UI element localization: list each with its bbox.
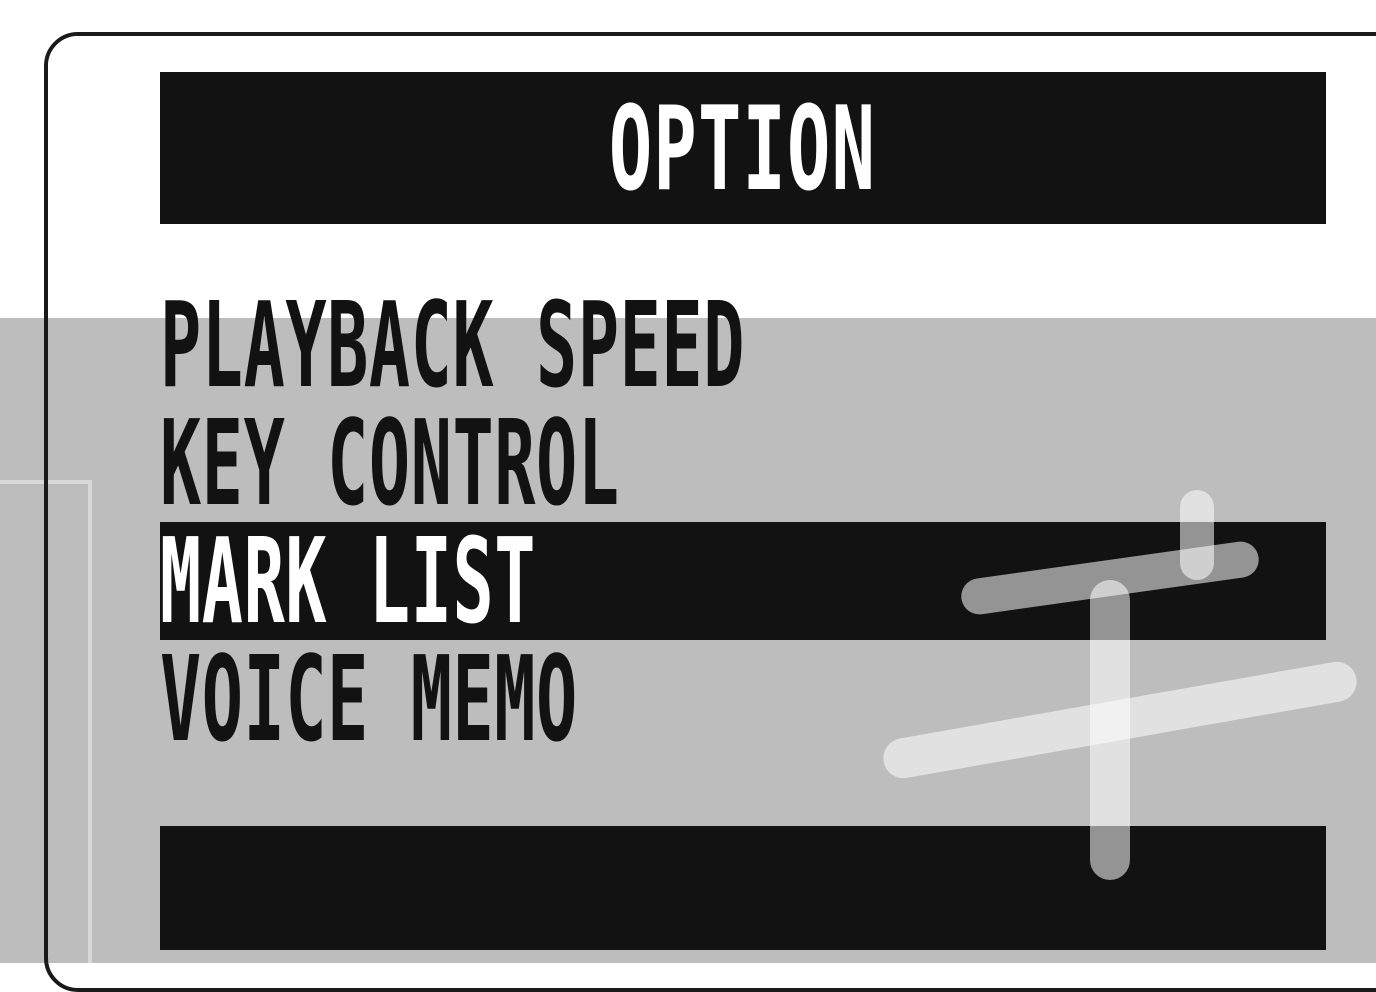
- menu-item-label: PLAYBACK SPEED: [160, 276, 745, 414]
- option-menu: PLAYBACK SPEED KEY CONTROL MARK LIST VOI…: [160, 286, 1326, 758]
- menu-item-label: KEY CONTROL: [160, 394, 620, 532]
- bottom-bar: [160, 826, 1326, 950]
- title-bar: OPTION: [160, 72, 1326, 224]
- screen-title: OPTION: [609, 82, 877, 217]
- menu-item-label: VOICE MEMO: [160, 630, 578, 768]
- lcd-screen: OPTION PLAYBACK SPEED KEY CONTROL MARK L…: [44, 32, 1376, 992]
- watermark-stroke: [1180, 490, 1214, 580]
- menu-item-label: MARK LIST: [160, 512, 537, 650]
- menu-item-playback-speed[interactable]: PLAYBACK SPEED: [160, 286, 1326, 404]
- menu-item-key-control[interactable]: KEY CONTROL: [160, 404, 1326, 522]
